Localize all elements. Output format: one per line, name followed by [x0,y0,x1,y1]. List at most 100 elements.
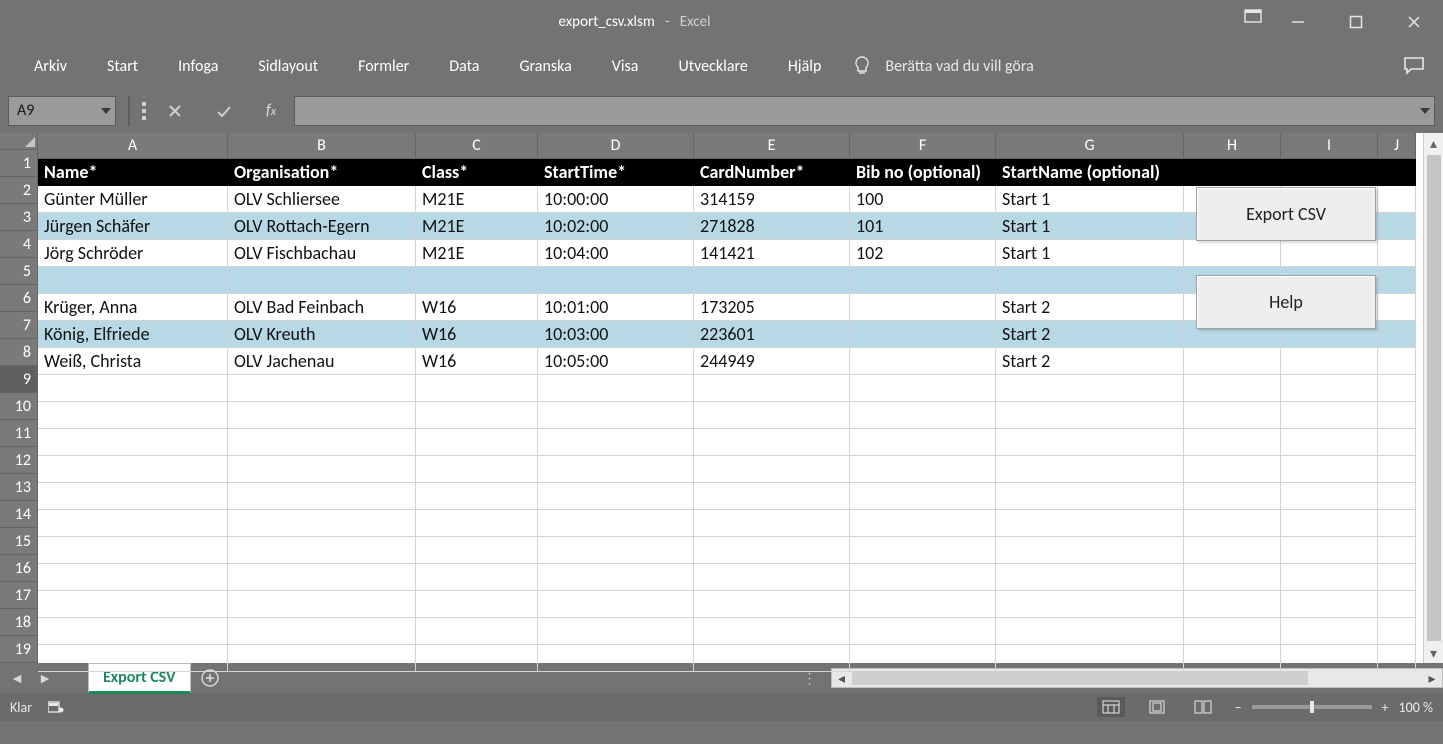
table-cell[interactable]: 10:02:00 [538,213,694,240]
vertical-scrollbar[interactable]: ▴ ▾ [1423,133,1443,663]
table-cell[interactable] [694,510,850,537]
header-cell[interactable] [1281,159,1378,186]
table-cell[interactable] [538,618,694,645]
table-cell[interactable] [1281,645,1378,672]
table-cell[interactable] [1281,402,1378,429]
table-cell[interactable] [996,375,1184,402]
table-cell[interactable] [1378,537,1416,564]
table-cell[interactable] [850,591,996,618]
table-cell[interactable] [850,456,996,483]
table-cell[interactable] [1378,591,1416,618]
row-header-2[interactable]: 2 [0,177,38,204]
table-cell[interactable]: 271828 [694,213,850,240]
col-header-I[interactable]: I [1281,133,1378,159]
table-cell[interactable] [416,645,538,672]
table-cell[interactable] [38,483,228,510]
table-cell[interactable] [228,456,416,483]
table-cell[interactable]: 314159 [694,186,850,213]
row-header-5[interactable]: 5 [0,258,38,285]
table-cell[interactable] [694,537,850,564]
table-cell[interactable] [416,510,538,537]
table-cell[interactable] [538,645,694,672]
table-cell[interactable] [1184,510,1281,537]
table-cell[interactable] [996,267,1184,294]
col-header-H[interactable]: H [1184,133,1281,159]
expand-formula-icon[interactable] [1420,108,1430,114]
header-cell[interactable]: Organisation* [228,159,416,186]
table-cell[interactable] [996,537,1184,564]
table-cell[interactable] [1378,402,1416,429]
table-cell[interactable] [1378,564,1416,591]
table-cell[interactable] [1184,618,1281,645]
select-all-corner[interactable] [0,133,38,150]
table-cell[interactable] [38,645,228,672]
table-cell[interactable]: Start 1 [996,240,1184,267]
macro-record-icon[interactable] [48,700,64,714]
table-cell[interactable] [996,591,1184,618]
table-cell[interactable]: OLV Schliersee [228,186,416,213]
col-header-A[interactable]: A [38,133,228,159]
tab-options-icon[interactable]: ⋮ [803,670,817,687]
table-cell[interactable]: 10:04:00 [538,240,694,267]
tab-arkiv[interactable]: Arkiv [14,47,87,86]
table-cell[interactable]: Weiß, Christa [38,348,228,375]
table-cell[interactable]: M21E [416,213,538,240]
table-cell[interactable] [996,564,1184,591]
table-cell[interactable] [538,483,694,510]
table-cell[interactable] [1378,510,1416,537]
tab-nav-next[interactable]: ► [34,670,56,687]
table-cell[interactable]: M21E [416,186,538,213]
table-cell[interactable] [996,456,1184,483]
table-cell[interactable]: OLV Kreuth [228,321,416,348]
fx-icon[interactable]: fx [266,101,276,120]
table-cell[interactable] [228,375,416,402]
export-csv-button[interactable]: Export CSV [1196,187,1376,241]
col-header-J[interactable]: J [1378,133,1416,159]
table-cell[interactable] [850,645,996,672]
table-cell[interactable] [228,267,416,294]
tab-formler[interactable]: Formler [338,47,429,86]
table-cell[interactable] [996,510,1184,537]
row-header-7[interactable]: 7 [0,312,38,339]
table-cell[interactable] [1184,429,1281,456]
header-cell[interactable] [1184,159,1281,186]
view-page-layout-icon[interactable] [1143,697,1171,717]
table-cell[interactable] [416,267,538,294]
table-cell[interactable]: Start 2 [996,294,1184,321]
table-cell[interactable] [416,618,538,645]
table-cell[interactable] [1378,618,1416,645]
table-cell[interactable] [1378,348,1416,375]
col-header-B[interactable]: B [228,133,416,159]
table-cell[interactable] [38,375,228,402]
table-cell[interactable]: König, Elfriede [38,321,228,348]
table-cell[interactable] [1281,375,1378,402]
table-cell[interactable] [38,429,228,456]
tab-data[interactable]: Data [429,47,499,86]
tell-me[interactable]: Berätta vad du vill göra [853,56,1033,76]
row-header-4[interactable]: 4 [0,231,38,258]
table-cell[interactable] [38,267,228,294]
header-cell[interactable] [1378,159,1416,186]
table-cell[interactable]: 141421 [694,240,850,267]
header-cell[interactable]: StartName (optional) [996,159,1184,186]
table-cell[interactable] [1281,618,1378,645]
table-cell[interactable] [996,429,1184,456]
header-cell[interactable]: CardNumber* [694,159,850,186]
table-cell[interactable] [228,510,416,537]
row-header-1[interactable]: 1 [0,150,38,177]
tab-nav-prev[interactable]: ◄ [6,670,28,687]
row-header-8[interactable]: 8 [0,339,38,366]
table-cell[interactable] [850,402,996,429]
row-header-17[interactable]: 17 [0,582,38,609]
table-cell[interactable] [850,510,996,537]
table-cell[interactable] [538,267,694,294]
table-cell[interactable] [38,510,228,537]
maximize-button[interactable] [1327,0,1385,44]
zoom-out-icon[interactable]: − [1235,699,1242,716]
table-cell[interactable] [416,402,538,429]
table-cell[interactable] [1184,537,1281,564]
table-cell[interactable] [1378,240,1416,267]
header-cell[interactable]: Bib no (optional) [850,159,996,186]
table-cell[interactable] [996,618,1184,645]
view-normal-icon[interactable] [1097,697,1125,717]
